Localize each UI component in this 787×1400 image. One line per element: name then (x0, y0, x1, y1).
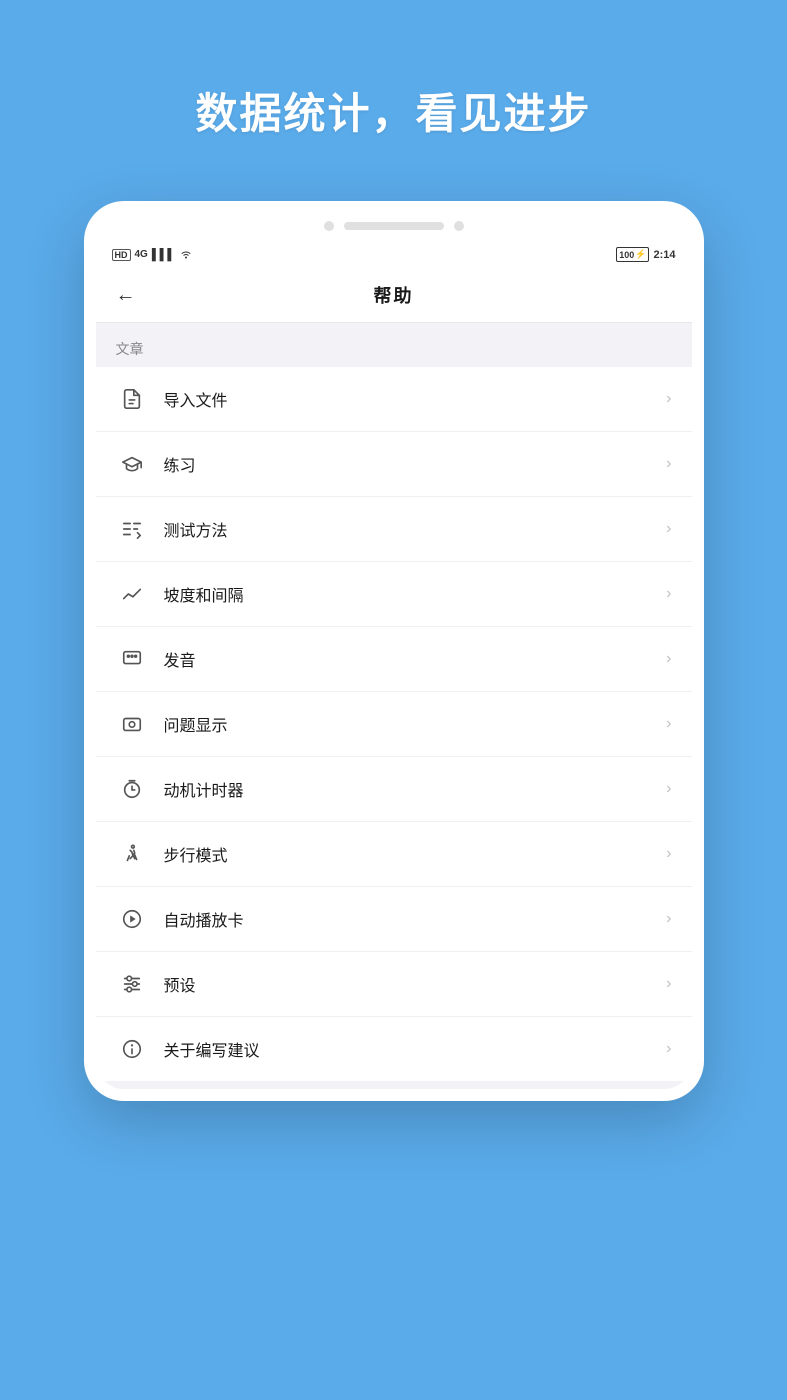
menu-item-auto-play[interactable]: 自动播放卡 › (96, 887, 692, 952)
phone-speaker (344, 222, 444, 230)
menu-label: 动机计时器 (164, 777, 667, 801)
menu-label: 导入文件 (164, 387, 667, 411)
menu-item-writing-advice[interactable]: 关于编写建议 › (96, 1017, 692, 1081)
menu-arrow: › (666, 715, 671, 733)
menu-item-test-method[interactable]: 测试方法 › (96, 497, 692, 562)
menu-label: 问题显示 (164, 712, 667, 736)
menu-item-problem-display[interactable]: 问题显示 › (96, 692, 692, 757)
menu-arrow: › (666, 390, 671, 408)
nav-title: 帮助 (374, 282, 414, 308)
menu-arrow: › (666, 845, 671, 863)
phone-dot-right (454, 221, 464, 231)
menu-arrow: › (666, 520, 671, 538)
menu-item-presets[interactable]: 预设 › (96, 952, 692, 1017)
back-button[interactable]: ← (116, 284, 136, 307)
menu-item-practice[interactable]: 练习 › (96, 432, 692, 497)
menu-item-import-file[interactable]: 导入文件 › (96, 367, 692, 432)
menu-label: 关于编写建议 (164, 1037, 667, 1061)
eye-icon (116, 708, 148, 740)
time-display: 2:14 (653, 249, 675, 261)
graduation-icon (116, 448, 148, 480)
menu-item-slope-interval[interactable]: 坡度和间隔 › (96, 562, 692, 627)
hd-indicator: HD (112, 249, 131, 261)
phone-screen: HD 4G ▌▌▌ 100 ⚡ 2:14 ← 帮助 (96, 241, 692, 1089)
menu-item-motivation-timer[interactable]: 动机计时器 › (96, 757, 692, 822)
content-area: 文章 导入文件 › (96, 323, 692, 1081)
menu-arrow: › (666, 650, 671, 668)
info-icon (116, 1033, 148, 1065)
menu-label: 发音 (164, 647, 667, 671)
battery-icon: 100 ⚡ (616, 247, 649, 262)
section-header: 文章 (96, 323, 692, 367)
menu-arrow: › (666, 1040, 671, 1058)
menu-label: 练习 (164, 452, 667, 476)
nav-bar: ← 帮助 (96, 268, 692, 323)
status-bar: HD 4G ▌▌▌ 100 ⚡ 2:14 (96, 241, 692, 268)
sliders-icon (116, 968, 148, 1000)
menu-label: 自动播放卡 (164, 907, 667, 931)
menu-label: 坡度和间隔 (164, 582, 667, 606)
menu-label: 测试方法 (164, 517, 667, 541)
file-icon (116, 383, 148, 415)
menu-label: 步行模式 (164, 842, 667, 866)
timer-icon (116, 773, 148, 805)
menu-arrow: › (666, 585, 671, 603)
signal-bars: ▌▌▌ (152, 249, 175, 261)
phone-top-bar (96, 213, 692, 241)
menu-arrow: › (666, 910, 671, 928)
menu-item-walk-mode[interactable]: 步行模式 › (96, 822, 692, 887)
status-right: 100 ⚡ 2:14 (616, 247, 675, 262)
quiz-icon (116, 513, 148, 545)
wifi-icon (179, 248, 193, 262)
page-header: 数据统计，看见进步 (0, 0, 787, 201)
menu-list: 导入文件 › 练习 › (96, 367, 692, 1081)
phone-mockup: HD 4G ▌▌▌ 100 ⚡ 2:14 ← 帮助 (84, 201, 704, 1101)
page-title: 数据统计，看见进步 (40, 80, 747, 141)
play-circle-icon (116, 903, 148, 935)
phone-dot-left (324, 221, 334, 231)
menu-item-pronunciation[interactable]: 发音 › (96, 627, 692, 692)
chat-icon (116, 643, 148, 675)
trend-icon (116, 578, 148, 610)
menu-arrow: › (666, 975, 671, 993)
menu-arrow: › (666, 455, 671, 473)
network-indicator: 4G (135, 249, 148, 260)
walk-icon (116, 838, 148, 870)
status-left: HD 4G ▌▌▌ (112, 248, 194, 262)
menu-label: 预设 (164, 972, 667, 996)
menu-arrow: › (666, 780, 671, 798)
